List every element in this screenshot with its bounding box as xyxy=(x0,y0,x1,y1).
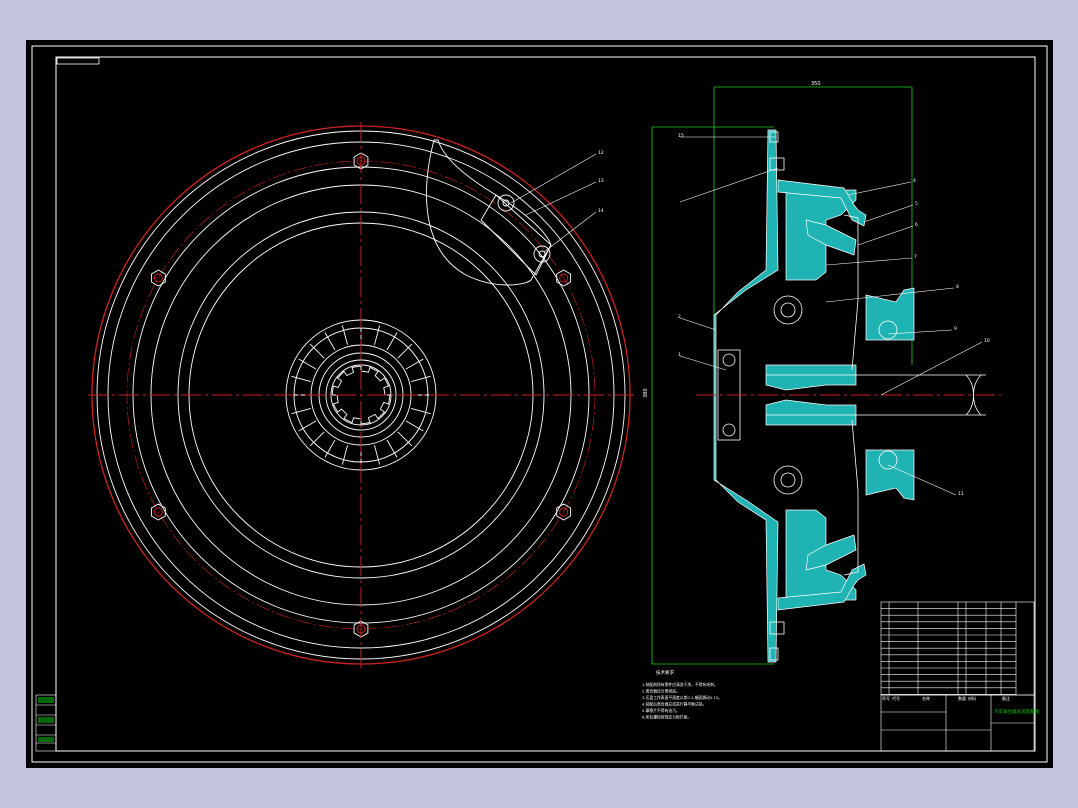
note-line: 3.压盘工作表面平面度公差0.1,端面跳动0.15。 xyxy=(642,695,722,700)
note-line: 6.所有螺栓按规定力矩拧紧。 xyxy=(642,715,691,720)
bom-header: 代号 xyxy=(892,695,900,701)
hub-slot xyxy=(397,343,413,359)
bom-header: 名称 xyxy=(922,695,930,701)
hub-slot xyxy=(341,445,348,465)
bolt-hex xyxy=(150,269,166,287)
balloon-label: 7 xyxy=(914,254,917,260)
bom-header: 材料 xyxy=(968,695,976,701)
inner-border xyxy=(55,56,1036,752)
section-view: 350 380 45678910111521 xyxy=(643,81,1001,665)
hub-slot xyxy=(341,325,348,345)
hub-slot xyxy=(291,408,311,415)
balloon-label: 4 xyxy=(913,178,916,184)
bom-header: 序号 xyxy=(882,695,890,701)
balloon-label: 5 xyxy=(915,201,918,207)
balloon-label: 8 xyxy=(956,284,959,290)
cad-drawing: 350 380 45678910111521 技术要求 1.装配前所有零件应清洗… xyxy=(31,45,1048,763)
dim-width: 350 xyxy=(811,81,821,87)
corner-tag xyxy=(56,57,100,65)
note-line: 1.装配前所有零件应清洗干净，不得有毛刺。 xyxy=(642,682,718,687)
balloon-label: 13 xyxy=(598,178,604,184)
bolt-hole xyxy=(153,273,163,283)
hub-slot xyxy=(411,408,431,415)
bom-header: 备注 xyxy=(1002,695,1010,701)
balloon-label: 12 xyxy=(598,150,604,156)
note-line: 5.摩擦片不得有油污。 xyxy=(642,708,680,713)
note-line: 2.离合器应分离彻底。 xyxy=(642,689,680,694)
drawing-canvas: 350 380 4 5 6 7 8 9 10 11 15 2 1 技术要求 1.… xyxy=(26,40,1053,768)
hub-slot xyxy=(309,343,325,359)
hub-slot xyxy=(309,431,325,447)
balloon-label: 14 xyxy=(598,208,604,214)
bom-header: 数量 xyxy=(958,695,966,701)
notes-block: 技术要求 1.装配前所有零件应清洗干净，不得有毛刺。 2.离合器应分离彻底。3.压… xyxy=(642,669,722,720)
balloon-label: 6 xyxy=(915,222,918,228)
balloon-label: 10 xyxy=(984,338,990,344)
hub-slot xyxy=(374,445,381,465)
note-line: 4.装配后离合器总成进行静平衡试验。 xyxy=(642,702,706,707)
balloon-label: 2 xyxy=(678,314,681,320)
drawing-title: 汽车离合器总成装配图 xyxy=(994,708,1039,715)
notes-title: 技术要求 xyxy=(656,669,674,676)
balloon-label: 9 xyxy=(954,326,957,332)
balloon-label: 1 xyxy=(678,352,681,358)
hub-slot xyxy=(397,431,413,447)
balloon-label: 15 xyxy=(678,133,684,139)
hub-slot xyxy=(411,375,431,382)
balloon-label: 11 xyxy=(958,491,964,497)
hub-slot xyxy=(291,375,311,382)
dim-height: 380 xyxy=(643,388,649,398)
hub-slot xyxy=(374,325,381,345)
title-block xyxy=(880,601,1035,752)
